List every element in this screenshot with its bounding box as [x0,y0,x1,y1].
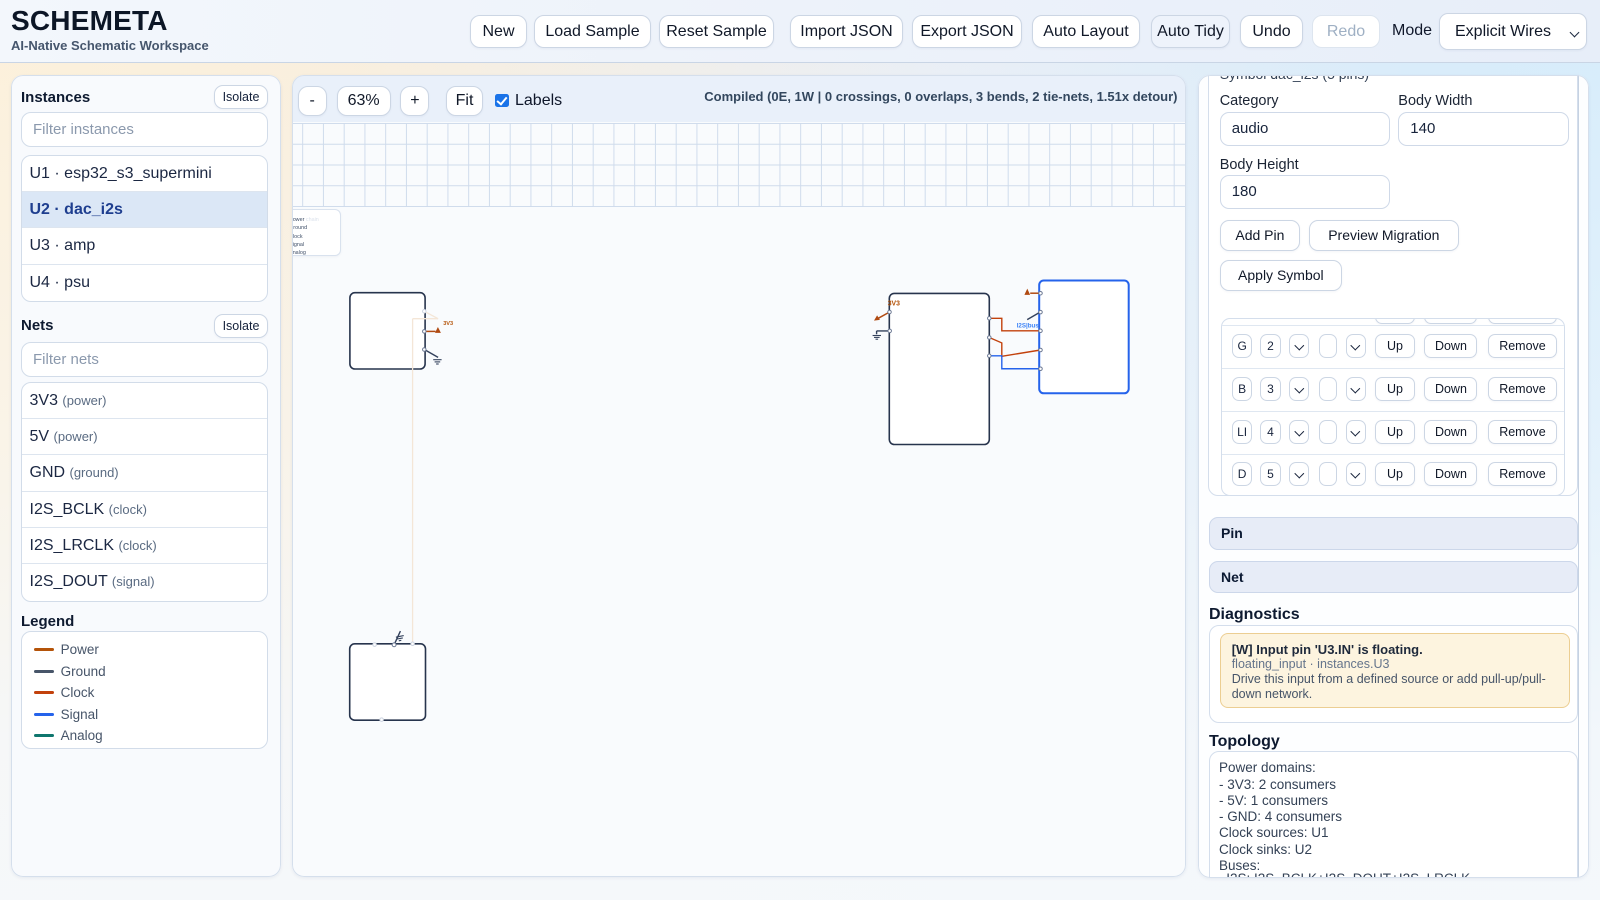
svg-text:3V3: 3V3 [443,321,453,327]
svg-text:I2S|bus: I2S|bus [1017,323,1040,330]
svg-text:3V3: 3V3 [888,300,900,307]
